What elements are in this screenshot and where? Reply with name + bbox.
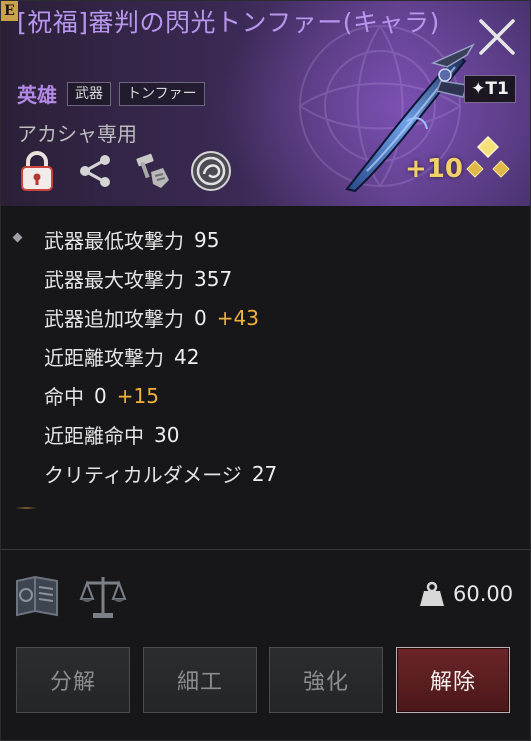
lock-icon[interactable] [15,149,59,193]
stat-bonus: +15 [116,383,159,408]
stat-row: 近距離攻撃力 42 [44,342,209,371]
stat-value: 0 [194,305,207,330]
share-icon[interactable] [73,149,117,193]
stat-row: 近距離命中 30 [44,420,189,449]
rarity-row: 英雄 武器 トンファー [17,79,205,108]
stat-label: クリティカルダメージ [44,463,242,487]
enhance-button[interactable]: 強化 [269,647,383,713]
weight-icon [420,581,444,606]
stat-row: 武器最大攻撃力 357 [44,264,242,293]
item-header: E [祝福]審判の閃光トンファー(キャラ) 英雄 武器 トンファー アカシャ専用 [1,1,530,206]
stat-label: 武器最低攻撃力 [44,229,184,253]
stat-value: 357 [194,266,233,291]
close-icon[interactable] [475,15,519,59]
item-title: [祝福]審判の閃光トンファー(キャラ) [17,8,440,37]
book-icon[interactable] [13,571,61,621]
stat-row: 武器最低攻撃力 95 [44,225,229,254]
category-tag: 武器 [67,81,111,106]
release-button[interactable]: 解除 [396,647,510,713]
stat-bullet [12,232,23,243]
craft-button[interactable]: 細工 [143,647,257,713]
section-ornament [15,507,37,509]
stat-value: 42 [174,344,200,369]
craft-hammer-icon[interactable] [131,149,175,193]
weight-value: 60.00 [453,582,514,606]
stat-value: 95 [194,227,220,252]
stat-row: 命中 0 +15 [44,381,159,410]
section-divider [1,549,530,550]
item-weight: 60.00 [419,581,513,607]
item-grade-badge: E [1,1,18,21]
rarity-label: 英雄 [17,83,57,107]
scales-icon[interactable] [79,571,127,621]
engrave-rune-icon[interactable] [189,149,233,193]
stat-label: 近距離攻撃力 [44,346,164,370]
item-tooltip-panel: E [祝福]審判の閃光トンファー(キャラ) 英雄 武器 トンファー アカシャ専用 [0,0,531,741]
stat-label: 武器追加攻撃力 [44,307,184,331]
weapon-type-tag: トンファー [119,81,205,106]
enhancement-level: +10 [405,154,463,184]
stat-label: 武器最大攻撃力 [44,268,184,292]
stat-label: 近距離命中 [44,424,144,448]
gem-slots-icon [466,135,510,178]
tier-badge: ✦T1 [464,75,516,103]
stat-row: 武器追加攻撃力 0 +43 [44,303,259,332]
stat-label: 命中 [44,385,84,409]
stat-row: クリティカルダメージ 27 [44,459,287,488]
stat-value: 27 [251,461,278,486]
class-exclusive-label: アカシャ専用 [17,122,137,146]
disassemble-button[interactable]: 分解 [16,647,130,713]
item-status-icons [15,149,233,193]
stat-value: 0 [94,383,107,408]
stat-bonus: +43 [216,305,259,330]
stat-value: 30 [154,422,180,447]
